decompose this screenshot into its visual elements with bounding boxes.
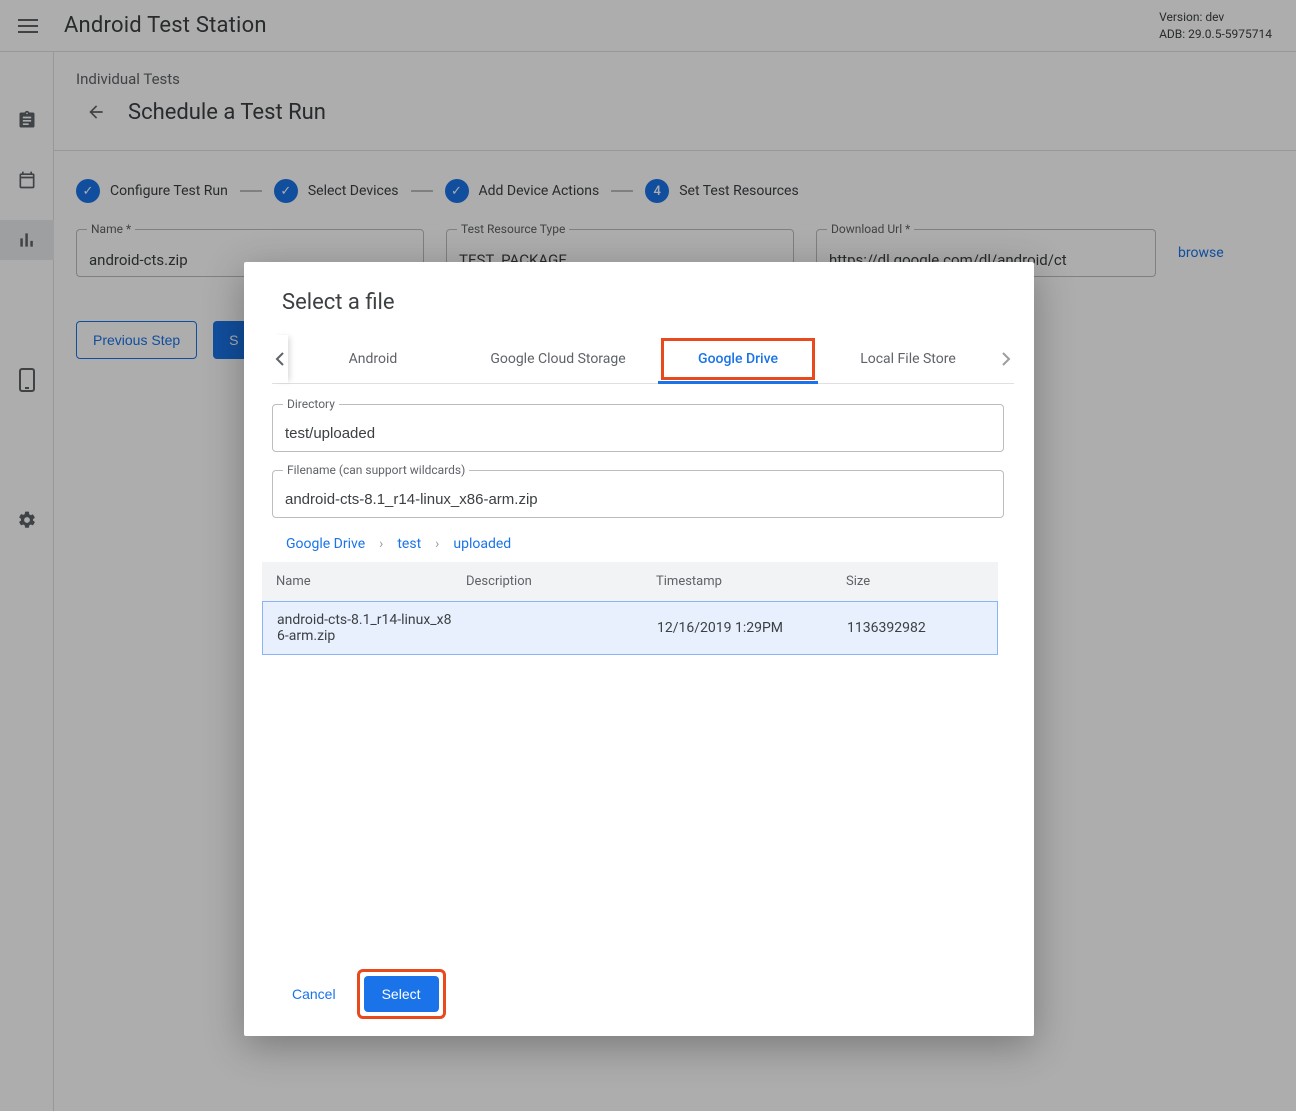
filename-label: Filename (can support wildcards) (283, 463, 469, 477)
row-name: android-cts-8.1_r14-linux_x86-arm.zip (277, 612, 467, 644)
row-ts: 12/16/2019 1:29PM (657, 620, 847, 636)
cancel-button[interactable]: Cancel (282, 978, 346, 1010)
directory-label: Directory (283, 397, 339, 411)
select-button[interactable]: Select (364, 976, 439, 1012)
file-table: Name Description Timestamp Size android-… (262, 562, 998, 655)
bc-uploaded[interactable]: uploaded (453, 536, 511, 552)
bc-root[interactable]: Google Drive (286, 536, 365, 552)
tab-local-file-store[interactable]: Local File Store (818, 335, 998, 383)
filename-input[interactable] (285, 491, 991, 508)
row-size: 1136392982 (847, 620, 983, 636)
select-highlight: Select (360, 972, 443, 1016)
tabs-row: Android Google Cloud Storage Google Driv… (272, 335, 1014, 384)
tab-google-drive[interactable]: Google Drive (658, 335, 818, 383)
col-size: Size (846, 574, 984, 589)
table-row[interactable]: android-cts-8.1_r14-linux_x86-arm.zip 12… (262, 601, 998, 655)
col-name: Name (276, 574, 466, 589)
dialog-breadcrumb: Google Drive › test › uploaded (286, 536, 1014, 552)
directory-field[interactable]: Directory (272, 404, 1004, 452)
filename-field[interactable]: Filename (can support wildcards) (272, 470, 1004, 518)
col-desc: Description (466, 574, 656, 589)
bc-test[interactable]: test (397, 536, 421, 552)
tab-gcs[interactable]: Google Cloud Storage (458, 335, 658, 383)
dialog-title: Select a file (272, 290, 1014, 315)
select-file-dialog: Select a file Android Google Cloud Stora… (244, 262, 1034, 1036)
tabs-next-icon[interactable] (998, 335, 1014, 383)
chevron-right-icon: › (435, 536, 439, 552)
tab-android[interactable]: Android (288, 335, 458, 383)
directory-input[interactable] (285, 425, 991, 442)
col-ts: Timestamp (656, 574, 846, 589)
chevron-right-icon: › (379, 536, 383, 552)
tabs-prev-icon[interactable] (272, 335, 288, 383)
